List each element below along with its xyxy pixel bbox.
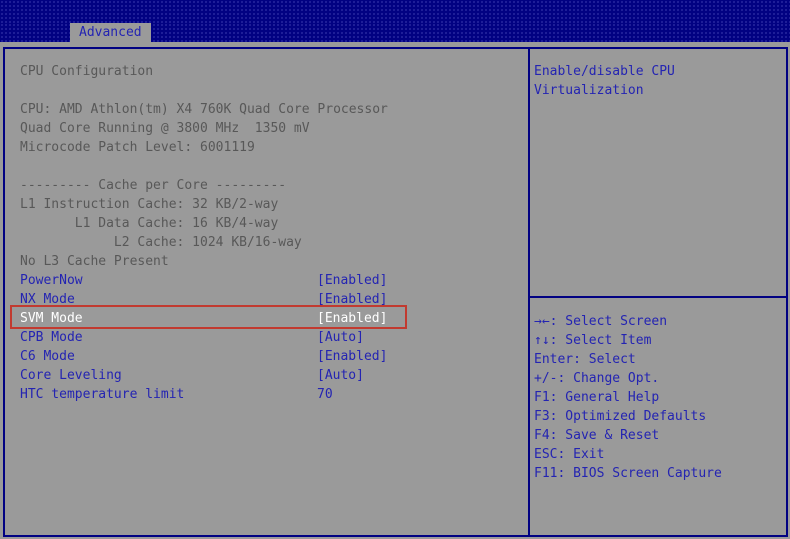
option-label: CPB Mode — [20, 330, 83, 345]
option-label: NX Mode — [20, 292, 75, 307]
key-hint-select-item: ↑↓: Select Item — [534, 331, 786, 350]
key-hint-enter-select: Enter: Select — [534, 350, 786, 369]
key-hint-optimized-defaults: F3: Optimized Defaults — [534, 407, 786, 426]
key-hints: →←: Select Screen ↑↓: Select Item Enter:… — [534, 312, 786, 483]
option-svm-mode[interactable]: SVM Mode [Enabled] — [20, 309, 528, 328]
option-value: [Auto] — [317, 366, 364, 385]
option-label: C6 Mode — [20, 349, 75, 364]
microcode-line: Microcode Patch Level: 6001119 — [20, 138, 528, 157]
spacer — [20, 157, 528, 176]
option-label: HTC temperature limit — [20, 387, 184, 402]
help-divider — [530, 296, 786, 298]
option-label: Core Leveling — [20, 368, 122, 383]
bios-screen: Aptio Setup Utility - Copyright (C) 2011… — [0, 0, 790, 539]
option-label: SVM Mode — [20, 311, 83, 326]
content-window: CPU Configuration CPU: AMD Athlon(tm) X4… — [3, 47, 788, 537]
l3-cache-line: No L3 Cache Present — [20, 252, 528, 271]
help-description: Enable/disable CPU Virtualization — [530, 49, 786, 100]
option-value: [Auto] — [317, 328, 364, 347]
option-value: [Enabled] — [317, 347, 387, 366]
option-cpb-mode[interactable]: CPB Mode [Auto] — [20, 328, 528, 347]
cpu-model-line: CPU: AMD Athlon(tm) X4 760K Quad Core Pr… — [20, 100, 528, 119]
spacer — [20, 81, 528, 100]
option-core-leveling[interactable]: Core Leveling [Auto] — [20, 366, 528, 385]
option-c6-mode[interactable]: C6 Mode [Enabled] — [20, 347, 528, 366]
option-nx-mode[interactable]: NX Mode [Enabled] — [20, 290, 528, 309]
menu-bar: Advanced — [0, 23, 790, 42]
option-value: [Enabled] — [317, 271, 387, 290]
l2-cache-line: L2 Cache: 1024 KB/16-way — [20, 233, 528, 252]
tab-advanced[interactable]: Advanced — [70, 23, 151, 42]
option-value: [Enabled] — [317, 290, 387, 309]
option-powernow[interactable]: PowerNow [Enabled] — [20, 271, 528, 290]
key-hint-save-reset: F4: Save & Reset — [534, 426, 786, 445]
l1-data-cache-line: L1 Data Cache: 16 KB/4-way — [20, 214, 528, 233]
section-title: CPU Configuration — [20, 62, 528, 81]
main-panel: CPU Configuration CPU: AMD Athlon(tm) X4… — [5, 49, 528, 535]
key-hint-select-screen: →←: Select Screen — [534, 312, 786, 331]
help-description-line: Enable/disable CPU — [534, 62, 786, 81]
option-value: 70 — [317, 385, 333, 404]
key-hint-esc-exit: ESC: Exit — [534, 445, 786, 464]
help-description-line: Virtualization — [534, 81, 786, 100]
option-value: [Enabled] — [317, 309, 387, 328]
key-hint-general-help: F1: General Help — [534, 388, 786, 407]
option-htc-temperature-limit[interactable]: HTC temperature limit 70 — [20, 385, 528, 404]
key-hint-bios-screen-capture: F11: BIOS Screen Capture — [534, 464, 786, 483]
key-hint-change-opt: +/-: Change Opt. — [534, 369, 786, 388]
cpu-speed-line: Quad Core Running @ 3800 MHz 1350 mV — [20, 119, 528, 138]
l1-instruction-cache-line: L1 Instruction Cache: 32 KB/2-way — [20, 195, 528, 214]
cache-header-line: --------- Cache per Core --------- — [20, 176, 528, 195]
titlebar: Aptio Setup Utility - Copyright (C) 2011… — [0, 0, 790, 23]
option-label: PowerNow — [20, 273, 83, 288]
help-panel: Enable/disable CPU Virtualization →←: Se… — [530, 49, 786, 535]
